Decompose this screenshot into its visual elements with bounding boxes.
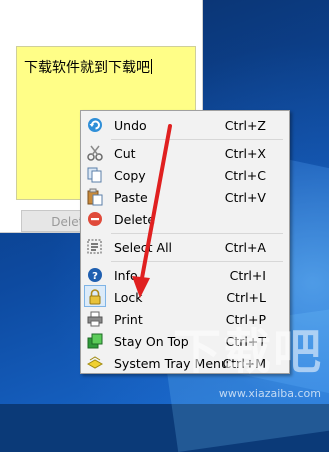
text-caret xyxy=(151,59,152,74)
menu-separator xyxy=(111,233,283,234)
menu-item-cut[interactable]: Cut Ctrl+X xyxy=(81,142,289,164)
note-text-content: 下载软件就到下载吧 xyxy=(24,60,150,76)
stay-on-top-icon xyxy=(87,333,103,349)
menu-item-lock[interactable]: Lock Ctrl+L xyxy=(81,285,289,308)
menu-item-shortcut: Ctrl+I xyxy=(229,268,266,283)
menu-item-label: Copy xyxy=(114,168,146,183)
menu-item-shortcut: Ctrl+L xyxy=(226,290,266,305)
menu-item-label: Paste xyxy=(114,190,148,205)
menu-item-shortcut: Ctrl+C xyxy=(224,168,266,183)
note-text: 下载软件就到下载吧 xyxy=(24,57,152,77)
menu-item-shortcut: Ctrl+A xyxy=(224,240,266,255)
printer-icon xyxy=(87,311,103,327)
menu-separator xyxy=(111,139,283,140)
watermark-url: www.xiazaiba.com xyxy=(218,387,321,400)
menu-separator xyxy=(111,261,283,262)
menu-item-label: Lock xyxy=(114,290,143,305)
menu-item-label: Select All xyxy=(114,240,173,255)
menu-item-shortcut: Ctrl+Z xyxy=(224,118,266,133)
delete-icon xyxy=(88,212,102,226)
menu-item-copy[interactable]: Copy Ctrl+C xyxy=(81,164,289,186)
menu-item-shortcut: Ctrl+X xyxy=(224,146,266,161)
menu-item-undo[interactable]: Undo Ctrl+Z xyxy=(81,114,289,136)
select-all-icon xyxy=(87,239,102,254)
menu-item-info[interactable]: ? Info Ctrl+I xyxy=(81,264,289,286)
scissors-icon xyxy=(87,145,103,161)
menu-item-delete[interactable]: Delete xyxy=(81,208,289,230)
menu-item-label: Delete xyxy=(114,212,156,227)
menu-item-select-all[interactable]: Select All Ctrl+A xyxy=(81,236,289,258)
menu-item-label: Info xyxy=(114,268,138,283)
info-icon: ? xyxy=(88,268,102,282)
undo-icon xyxy=(88,118,102,132)
svg-text:?: ? xyxy=(92,271,98,282)
watermark-logo: 下载吧 xyxy=(172,324,323,380)
menu-item-label: Undo xyxy=(114,118,147,133)
tray-icon xyxy=(86,356,104,369)
copy-icon xyxy=(87,167,102,183)
paste-icon xyxy=(87,188,103,206)
menu-item-paste[interactable]: Paste Ctrl+V xyxy=(81,186,289,208)
menu-item-label: Print xyxy=(114,312,143,327)
menu-item-label: Cut xyxy=(114,146,136,161)
menu-item-shortcut: Ctrl+V xyxy=(224,190,266,205)
lock-icon xyxy=(89,289,101,305)
